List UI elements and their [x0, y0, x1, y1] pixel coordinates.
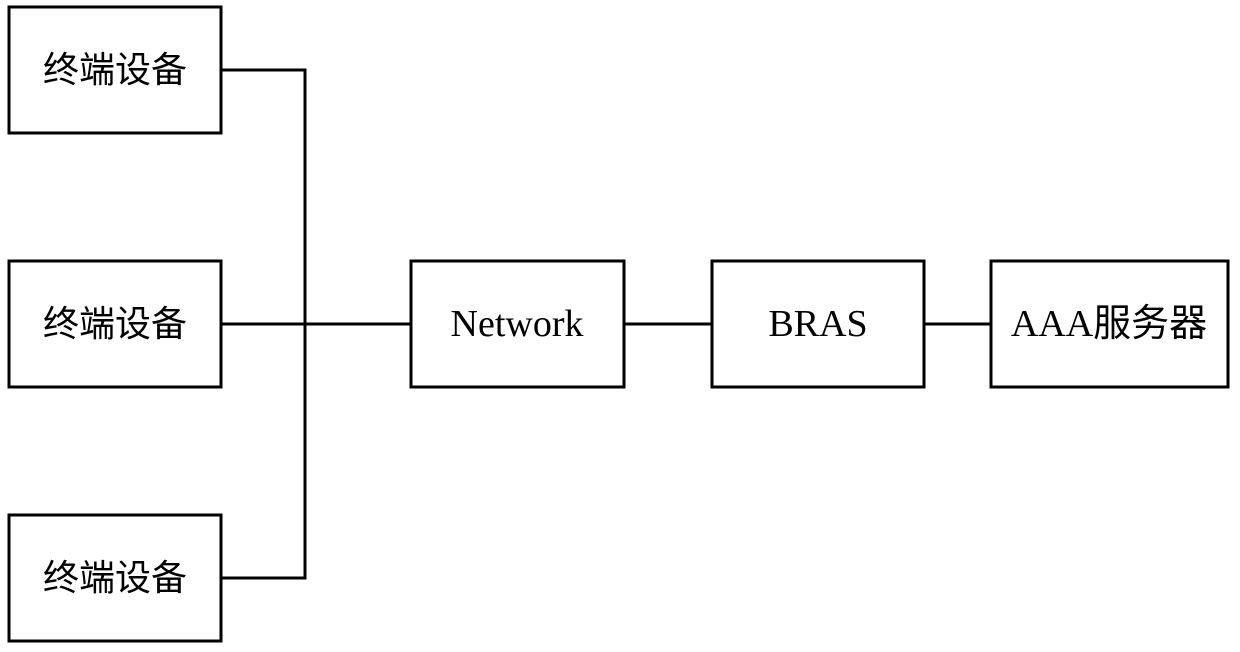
bras-label: BRAS	[768, 303, 867, 345]
aaa-server-label: AAA服务器	[1011, 303, 1207, 345]
node-network: Network	[409, 259, 626, 389]
edge-terminal-1-to-bus	[221, 68, 307, 324]
terminal-2-label: 终端设备	[43, 304, 187, 344]
edge-terminal-3-to-bus	[221, 324, 307, 580]
node-terminal-1: 终端设备	[7, 5, 223, 135]
node-bras: BRAS	[710, 259, 926, 389]
node-terminal-2: 终端设备	[7, 259, 223, 389]
terminal-1-label: 终端设备	[43, 50, 187, 90]
network-topology-diagram: 终端设备 终端设备 终端设备 Network BRAS AAA服务器	[7, 5, 1230, 643]
network-label: Network	[451, 303, 584, 345]
node-terminal-3: 终端设备	[7, 513, 223, 643]
node-aaa-server: AAA服务器	[989, 259, 1230, 389]
terminal-3-label: 终端设备	[43, 558, 187, 598]
